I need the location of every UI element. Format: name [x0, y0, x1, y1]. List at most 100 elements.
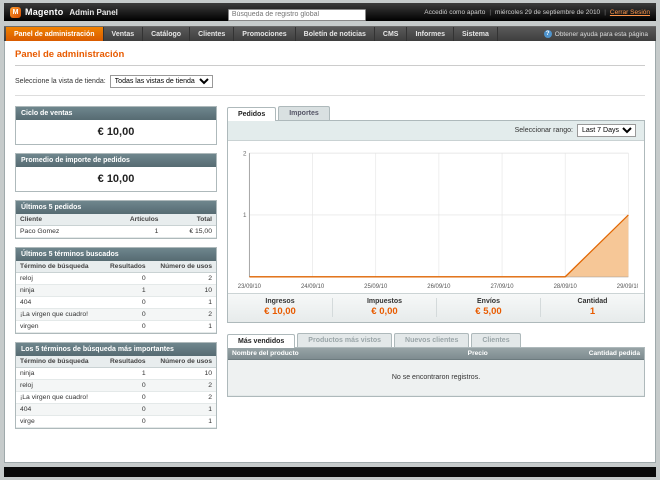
logged-in-as: Accedió como aparto: [424, 8, 486, 16]
range-label: Seleccionar rango:: [514, 127, 573, 134]
table-cell: 2: [149, 272, 216, 285]
column-header: Total: [162, 214, 216, 226]
table-cell: 1: [101, 284, 150, 297]
lifetime-sales-box: Ciclo de ventas € 10,00: [15, 106, 217, 145]
global-search: [227, 3, 366, 21]
store-view-select[interactable]: Todas las vistas de tienda: [109, 75, 213, 88]
table-cell: 0: [101, 379, 150, 392]
bottom-frame-bar: [4, 467, 656, 477]
svg-text:25/09/10: 25/09/10: [364, 283, 388, 290]
svg-text:29/09/10: 29/09/10: [617, 283, 638, 290]
table-cell: ninja: [16, 284, 102, 297]
svg-text:1: 1: [243, 212, 247, 219]
page-help[interactable]: ? Obtener ayuda para esta página: [543, 27, 656, 41]
tab-importes[interactable]: Importes: [278, 106, 330, 120]
stat-label: Envíos: [477, 298, 500, 305]
stat-label: Cantidad: [577, 298, 608, 305]
tab-nuevos-clientes[interactable]: Nuevos clientes: [394, 333, 470, 347]
table-row[interactable]: reloj 0 2: [16, 272, 216, 285]
table-cell: 1: [149, 415, 216, 428]
nav-item[interactable]: Ventas: [104, 27, 144, 41]
table-row[interactable]: ¡La virgen que cuadro! 0 2: [16, 308, 216, 321]
table-header-row: Término de búsqueda Resultados Número de u…: [16, 356, 216, 368]
table-cell: 10: [149, 284, 216, 297]
store-view-label: Seleccione la vista de tienda:: [15, 78, 106, 85]
column-header: Nombre del producto: [228, 348, 420, 360]
nav-item[interactable]: Promociones: [234, 27, 296, 41]
last-orders-table: Cliente Artículos Total Paco Gomez 1 € 15,00: [16, 214, 216, 238]
column-header: Precio: [419, 348, 492, 360]
tab-clientes[interactable]: Clientes: [471, 333, 521, 347]
svg-text:2: 2: [243, 150, 247, 157]
store-view-selector-row: Seleccione la vista de tienda: Todas las…: [15, 75, 645, 96]
top-search-terms-box: Los 5 términos de búsqueda más important…: [15, 342, 217, 429]
svg-text:23/09/10: 23/09/10: [238, 283, 262, 290]
last-search-terms-table: Término de búsqueda Resultados Número de u…: [16, 261, 216, 333]
table-row[interactable]: virge 0 1: [16, 415, 216, 428]
chart-panel: Seleccionar rango: Last 7 Days 1 2 23/09/1…: [227, 120, 645, 323]
svg-text:26/09/10: 26/09/10: [427, 283, 451, 290]
table-row[interactable]: virgen 0 1: [16, 320, 216, 333]
nav-item[interactable]: Panel de administración: [6, 27, 104, 41]
table-cell: € 15,00: [162, 225, 216, 238]
empty-row: No se encontraron registros.: [228, 359, 644, 396]
stat-label: Ingresos: [265, 298, 295, 305]
stat-value: € 10,00: [264, 306, 296, 317]
table-cell: 0: [101, 391, 150, 404]
table-cell: 2: [149, 391, 216, 404]
top-search-terms-table: Término de búsqueda Resultados Número de u…: [16, 356, 216, 428]
nav-item[interactable]: Clientes: [190, 27, 235, 41]
table-cell: 0: [101, 296, 150, 309]
average-orders-box: Promedio de importe de pedidos € 10,00: [15, 153, 217, 192]
table-cell: reloj: [16, 379, 102, 392]
nav-item[interactable]: Sistema: [454, 27, 498, 41]
stat-envíos: Envíos € 5,00: [436, 298, 540, 317]
table-row[interactable]: ninja 1 10: [16, 284, 216, 297]
average-orders-value: € 10,00: [16, 167, 216, 191]
page-title: Panel de administración: [15, 49, 645, 66]
global-search-input[interactable]: [227, 8, 366, 21]
nav-items: Panel de administración Ventas Catálogo Cli…: [6, 27, 498, 41]
tab-productos-m-s-vistos[interactable]: Productos más vistos: [297, 333, 393, 347]
current-date: miércoles 29 de septiembre de 2010: [495, 8, 601, 16]
column-header: Término de búsqueda: [16, 261, 102, 273]
table-header-row: Cliente Artículos Total: [16, 214, 216, 226]
svg-text:28/09/10: 28/09/10: [554, 283, 578, 290]
table-cell: 2: [149, 308, 216, 321]
nav-item[interactable]: Boletín de noticias: [296, 27, 375, 41]
table-row[interactable]: Paco Gomez 1 € 15,00: [16, 225, 216, 238]
table-cell: virgen: [16, 320, 102, 333]
nav-item[interactable]: Catálogo: [143, 27, 191, 41]
totals-row: Ingresos € 10,00 Impuestos € 0,00 Envíos € 5,…: [228, 293, 644, 322]
table-cell: ¡La virgen que cuadro!: [16, 391, 102, 404]
table-row[interactable]: 404 0 1: [16, 296, 216, 309]
column-header: Número de usos: [149, 261, 216, 273]
table-cell: 1: [149, 320, 216, 333]
table-row[interactable]: 404 0 1: [16, 403, 216, 416]
column-header: Número de usos: [149, 356, 216, 368]
table-header-row: Término de búsqueda Resultados Número de u…: [16, 261, 216, 273]
empty-message: No se encontraron registros.: [228, 359, 644, 396]
stat-ingresos: Ingresos € 10,00: [228, 298, 332, 317]
help-label: Obtener ayuda para esta página: [554, 30, 648, 38]
nav-item[interactable]: Informes: [407, 27, 455, 41]
column-header: Resultados: [101, 261, 150, 273]
column-header: Cantidad pedida: [491, 348, 644, 360]
tab-pedidos[interactable]: Pedidos: [227, 107, 277, 121]
bestsellers-table: Nombre del producto Precio Cantidad pedida…: [228, 348, 644, 396]
magento-logo-link[interactable]: M Magento Admin Panel: [10, 6, 118, 18]
table-row[interactable]: reloj 0 2: [16, 379, 216, 392]
table-row[interactable]: ninja 1 10: [16, 367, 216, 380]
nav-item[interactable]: CMS: [375, 27, 408, 41]
table-cell: 2: [149, 379, 216, 392]
tab-m-s-vendidos[interactable]: Más vendidos: [227, 334, 296, 348]
column-header: Cliente: [16, 214, 99, 226]
grid-tabs: Más vendidos Productos más vistos Nuevos c…: [227, 333, 645, 348]
column-header: Término de búsqueda: [16, 356, 102, 368]
range-select[interactable]: Last 7 Days: [577, 124, 636, 137]
table-cell: reloj: [16, 272, 102, 285]
logout-link[interactable]: Cerrar Sesión: [610, 9, 650, 16]
table-cell: 1: [149, 296, 216, 309]
table-row[interactable]: ¡La virgen que cuadro! 0 2: [16, 391, 216, 404]
last-orders-box: Últimos 5 pedidos Cliente Artículos Total …: [15, 200, 217, 239]
